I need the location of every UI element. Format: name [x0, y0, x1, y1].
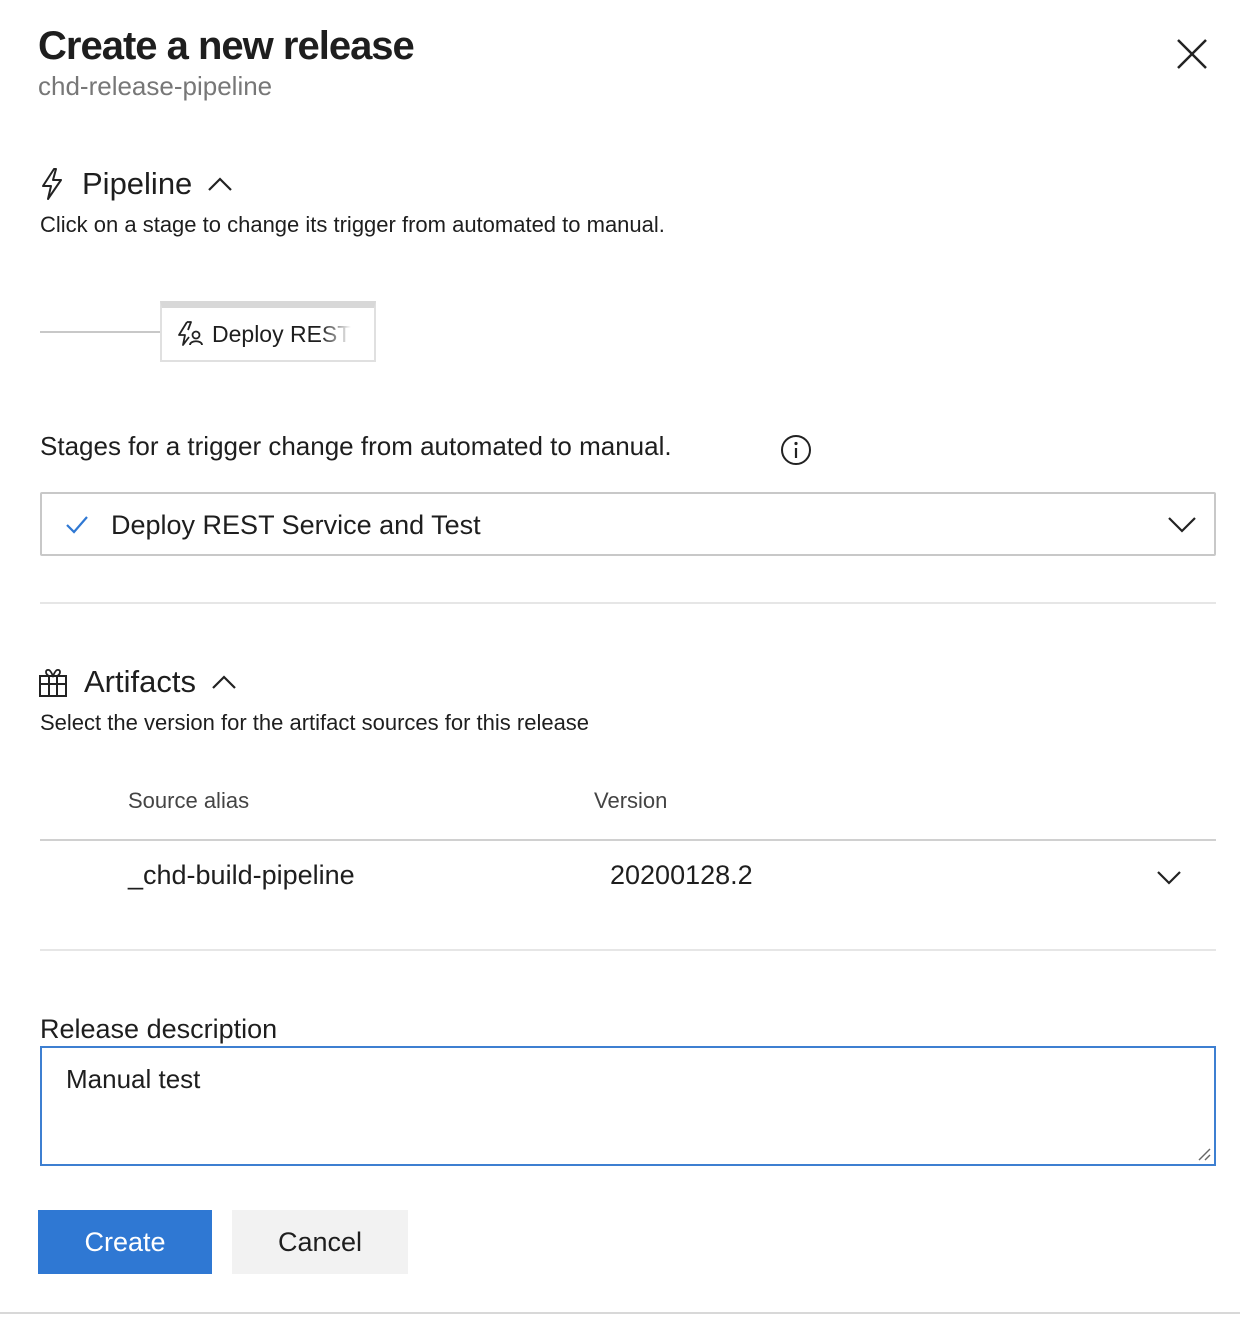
- artifact-source-alias: _chd-build-pipeline: [128, 860, 355, 890]
- page-subtitle: chd-release-pipeline: [38, 71, 273, 101]
- section-divider: [40, 602, 1216, 604]
- chevron-up-icon[interactable]: [206, 174, 234, 194]
- column-header-source-alias: Source alias: [128, 788, 250, 813]
- info-icon[interactable]: [780, 434, 812, 466]
- chevron-up-icon[interactable]: [210, 672, 238, 692]
- page-title: Create a new release: [38, 24, 415, 68]
- artifacts-title: Artifacts: [84, 664, 196, 699]
- stages-trigger-label: Stages for a trigger change from automat…: [40, 431, 672, 461]
- close-button[interactable]: [1170, 32, 1214, 76]
- section-divider: [40, 949, 1216, 951]
- artifacts-section-header[interactable]: Artifacts: [38, 664, 238, 700]
- pipeline-description: Click on a stage to change its trigger f…: [40, 212, 665, 237]
- pipeline-title: Pipeline: [82, 166, 193, 201]
- gift-icon: [39, 668, 67, 697]
- release-description-input[interactable]: Manual test: [40, 1046, 1216, 1166]
- cancel-button[interactable]: Cancel: [232, 1210, 408, 1274]
- create-button[interactable]: Create: [38, 1210, 212, 1274]
- stage-label: Deploy REST: [212, 320, 352, 347]
- resize-handle-icon[interactable]: [1196, 1146, 1212, 1162]
- manual-trigger-icon: [178, 321, 203, 346]
- checkmark-icon: [66, 516, 88, 534]
- artifact-version[interactable]: 20200128.2: [610, 860, 753, 891]
- artifacts-description: Select the version for the artifact sour…: [40, 710, 590, 735]
- close-icon: [1177, 39, 1207, 69]
- create-release-panel: Create a new release chd-release-pipelin…: [0, 0, 1240, 1314]
- pipeline-section-header[interactable]: Pipeline: [38, 166, 234, 202]
- stage-connector-line: [40, 331, 162, 333]
- chevron-down-icon[interactable]: [1154, 866, 1184, 888]
- stages-dropdown-value: Deploy REST Service and Test: [111, 510, 481, 540]
- chevron-down-icon: [1168, 517, 1196, 533]
- table-header-divider: [40, 839, 1216, 841]
- stage-deploy-rest[interactable]: Deploy REST: [160, 301, 376, 362]
- lightning-icon: [42, 168, 62, 200]
- stages-dropdown[interactable]: Deploy REST Service and Test: [40, 492, 1216, 556]
- column-header-version: Version: [594, 788, 668, 813]
- release-description-label: Release description: [40, 1014, 278, 1044]
